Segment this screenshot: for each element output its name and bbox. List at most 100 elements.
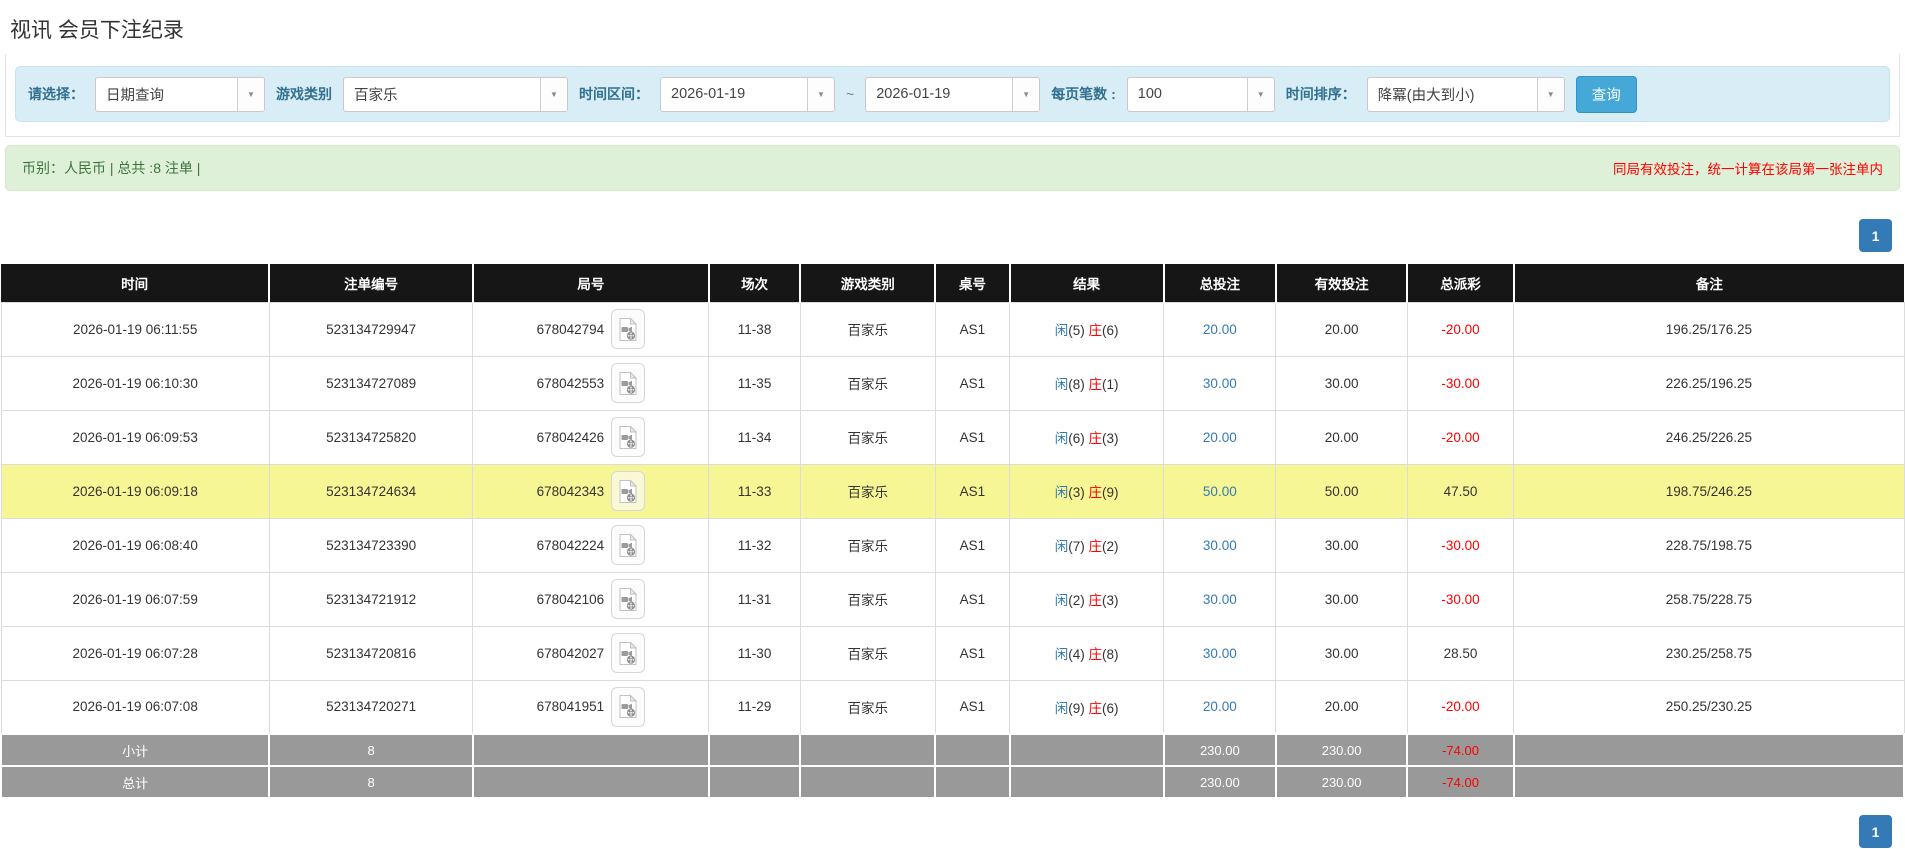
video-replay-button[interactable] [611,309,646,349]
cell-bet-id: 523134724634 [268,463,474,519]
cell-table: AS1 [934,409,1011,465]
cell-note: 198.75/246.25 [1513,463,1905,519]
result-player: 闲 [1054,539,1069,554]
cell-game: 百家乐 [799,355,936,411]
info-bar: 币别：人民币 | 总共 :8 注单 | 同局有效投注，统一计算在该局第一张注单内 [5,145,1900,191]
cell-bet-id: 523134723390 [268,517,474,573]
result-banker: 庄 [1088,539,1103,554]
cell-time: 2026-01-19 06:07:28 [0,625,270,681]
table-row: 2026-01-19 06:08:40 523134723390 678042224… [0,517,1905,573]
cell-note: 230.25/258.75 [1513,625,1905,681]
cell-time: 2026-01-19 06:10:30 [0,355,270,411]
cell-round: 678042027 [472,625,710,681]
video-replay-button[interactable] [611,579,646,619]
video-replay-button[interactable] [611,633,646,673]
cell-bet-id: 523134729947 [268,301,474,357]
cell-payout: 47.50 [1406,463,1515,519]
cell-table: AS1 [934,679,1011,735]
cell-result: 闲(6) 庄(3) [1009,409,1165,465]
video-file-icon [619,532,638,557]
query-type-select[interactable]: 日期查询 ▼ [95,76,265,112]
cell-session: 11-38 [708,301,801,357]
chevron-down-icon[interactable]: ▼ [807,77,834,111]
bet-records-table: 时间 注单编号 局号 场次 游戏类别 桌号 结果 总投注 有效投注 总派彩 备注… [0,264,1905,799]
cell-round: 678042106 [472,571,710,627]
cell-game: 百家乐 [799,625,936,681]
video-replay-button[interactable] [611,471,646,511]
chevron-down-icon[interactable]: ▼ [237,77,264,111]
cell-table: AS1 [934,301,1011,357]
grand-total-valid-bet: 230.00 [1274,765,1409,799]
result-player: 闲 [1054,700,1069,716]
subtotal-payout: -74.00 [1406,733,1515,767]
cell-result: 闲(7) 庄(2) [1009,517,1165,573]
chevron-down-icon[interactable]: ▼ [1246,77,1274,111]
chevron-down-icon[interactable]: ▼ [1536,77,1564,111]
video-replay-button[interactable] [611,686,646,727]
cell-valid-bet: 20.00 [1275,301,1408,357]
round-number: 678042224 [536,537,605,553]
cell-note: 226.25/196.25 [1513,355,1905,411]
cell-payout: -30.00 [1406,517,1515,573]
time-sort-select[interactable]: 降冪(由大到小) ▼ [1366,76,1565,112]
cell-payout: -20.00 [1406,409,1515,465]
result-player: 闲 [1054,485,1069,500]
cell-payout: -30.00 [1406,355,1515,411]
result-banker: 庄 [1088,485,1103,500]
cell-payout: -20.00 [1406,679,1515,735]
col-session: 场次 [707,264,801,302]
result-player: 闲 [1054,323,1069,338]
cell-valid-bet: 50.00 [1275,463,1408,519]
cell-session: 11-33 [708,463,801,519]
page-1-button[interactable]: 1 [1859,219,1892,252]
col-payout: 总派彩 [1406,264,1514,302]
result-player: 闲 [1054,593,1069,608]
cell-table: AS1 [934,625,1011,681]
page-1-button[interactable]: 1 [1859,815,1892,848]
time-sort-value: 降冪(由大到小) [1377,87,1475,104]
date-from-value: 2026-01-19 [671,86,746,102]
query-type-label: 请选择： [28,86,84,102]
cell-table: AS1 [934,463,1011,519]
cell-result: 闲(2) 庄(3) [1009,571,1165,627]
cell-bet-id: 523134725820 [268,409,474,465]
cell-table: AS1 [934,517,1011,573]
result-player: 闲 [1054,647,1069,662]
video-file-icon [619,424,638,449]
subtotal-row: 小计 8 230.00 230.00 -74.00 [0,733,1905,767]
cell-session: 11-35 [708,355,801,411]
col-round: 局号 [471,264,709,302]
table-header: 时间 注单编号 局号 场次 游戏类别 桌号 结果 总投注 有效投注 总派彩 备注 [1,264,1904,302]
query-button[interactable]: 查询 [1575,75,1637,113]
video-replay-button[interactable] [611,417,646,457]
video-replay-button[interactable] [611,363,646,403]
result-banker: 庄 [1088,323,1103,338]
cell-total-bet: 30.00 [1163,625,1277,681]
cell-note: 250.25/230.25 [1513,679,1905,735]
cell-game: 百家乐 [799,301,936,357]
table-row: 2026-01-19 06:07:28 523134720816 678042027… [0,625,1905,681]
cell-total-bet: 50.00 [1163,463,1277,519]
tilde-separator: ~ [846,86,855,102]
cell-valid-bet: 30.00 [1275,517,1408,573]
notice-text: 同局有效投注，统一计算在该局第一张注单内 [1613,162,1883,177]
chevron-down-icon[interactable]: ▼ [540,77,567,111]
grand-total-label: 总计 [0,765,271,799]
date-to-select[interactable]: 2026-01-19 ▼ [865,76,1041,112]
cell-payout: 28.50 [1406,625,1515,681]
video-file-icon [619,370,638,395]
per-page-select[interactable]: 100 ▼ [1126,76,1275,112]
cell-total-bet: 30.00 [1163,517,1277,573]
col-total-bet: 总投注 [1162,264,1276,302]
cell-round: 678041951 [472,679,710,735]
filter-bar: 请选择： 日期查询 ▼ 游戏类别 百家乐 ▼ 时间区间： 2026-01-19 … [15,66,1890,122]
chevron-down-icon[interactable]: ▼ [1012,77,1040,111]
result-player: 闲 [1054,377,1069,392]
game-category-select[interactable]: 百家乐 ▼ [343,76,568,112]
video-replay-button[interactable] [611,525,646,565]
round-number: 678042027 [536,645,605,661]
filter-panel: 请选择： 日期查询 ▼ 游戏类别 百家乐 ▼ 时间区间： 2026-01-19 … [5,54,1900,137]
date-from-select[interactable]: 2026-01-19 ▼ [660,76,835,112]
cell-note: 228.75/198.75 [1513,517,1905,573]
cell-result: 闲(9) 庄(6) [1009,679,1165,735]
